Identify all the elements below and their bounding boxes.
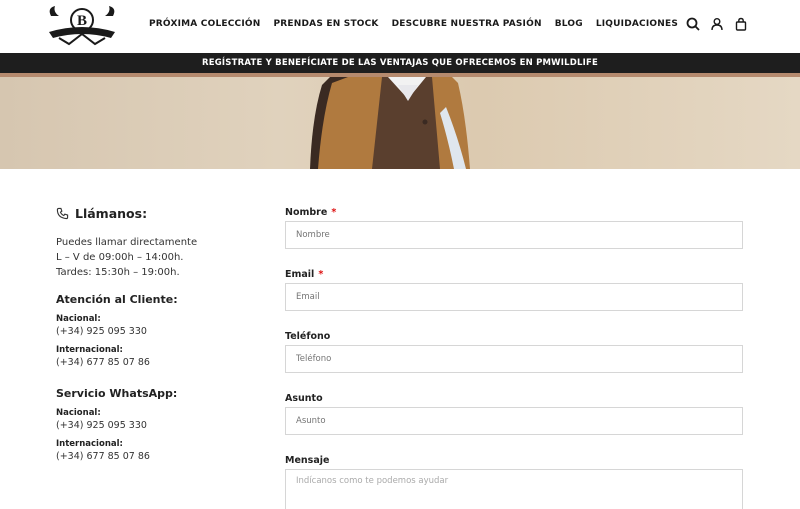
call-line: L – V de 09:00h – 14:00h. [56,252,184,263]
nav-descubre-nuestra-pasion[interactable]: DESCUBRE NUESTRA PASIÓN [392,19,542,29]
atencion-internacional-label: Internacional: [56,345,123,355]
contact-form: Nombre* Email* Teléfono Asunto Mensaje I… [285,207,743,509]
asunto-label: Asunto [285,393,323,404]
header-icons [686,17,748,31]
svg-text:B: B [77,13,87,29]
required-mark: * [331,207,337,218]
asunto-field[interactable] [285,407,743,435]
atencion-nacional-label: Nacional: [56,314,101,324]
whatsapp-nacional-phone[interactable]: (+34) 925 095 330 [56,420,266,431]
promo-text: REGÍSTRATE Y BENEFÍCIATE DE LAS VENTAJAS… [201,58,598,68]
nombre-label: Nombre * [285,207,743,218]
telefono-field[interactable] [285,345,743,373]
whatsapp-internacional-phone[interactable]: (+34) 677 85 07 86 [56,451,266,462]
telefono-label: Teléfono [285,331,331,342]
search-icon[interactable] [686,17,700,31]
mensaje-label: Mensaje [285,455,330,466]
user-icon[interactable] [710,17,724,31]
whatsapp-title: Servicio WhatsApp: [56,387,178,400]
nombre-field[interactable] [285,221,743,249]
whatsapp-nacional-label: Nacional: [56,408,101,418]
cart-icon[interactable] [734,17,748,31]
nombre-label-text: Nombre [285,207,328,218]
mensaje-field[interactable]: Indícanos como te podemos ayudar [285,469,743,509]
brand-logo[interactable]: B [45,4,119,48]
required-mark: * [318,269,324,280]
whatsapp-internacional-label: Internacional: [56,439,123,449]
main-nav: PRÓXIMA COLECCIÓN PRENDAS EN STOCK DESCU… [149,19,678,29]
atencion-nacional-phone[interactable]: (+34) 925 095 330 [56,326,266,337]
phone-icon [56,207,69,220]
nav-proxima-coleccion[interactable]: PRÓXIMA COLECCIÓN [149,19,260,29]
email-field[interactable] [285,283,743,311]
site-header: B PRÓXIMA COLECCIÓN PRENDAS EN STOCK DES… [0,0,800,53]
nav-liquidaciones[interactable]: LIQUIDACIONES [596,19,678,29]
call-line: Tardes: 15:30h – 19:00h. [56,267,180,278]
hero-image [0,77,800,169]
call-heading: Llámanos: [56,206,266,221]
contact-info: Llámanos: Puedes llamar directamente L –… [56,206,266,467]
email-label-text: Email [285,269,315,280]
nav-prendas-en-stock[interactable]: PRENDAS EN STOCK [273,19,378,29]
promo-banner[interactable]: REGÍSTRATE Y BENEFÍCIATE DE LAS VENTAJAS… [0,53,800,73]
atencion-title: Atención al Cliente: [56,293,178,306]
nav-blog[interactable]: BLOG [555,19,583,29]
atencion-internacional-phone[interactable]: (+34) 677 85 07 86 [56,357,266,368]
email-label: Email * [285,269,743,280]
hero-photo [310,77,470,169]
call-line: Puedes llamar directamente [56,237,198,248]
call-title: Llámanos: [75,206,148,221]
